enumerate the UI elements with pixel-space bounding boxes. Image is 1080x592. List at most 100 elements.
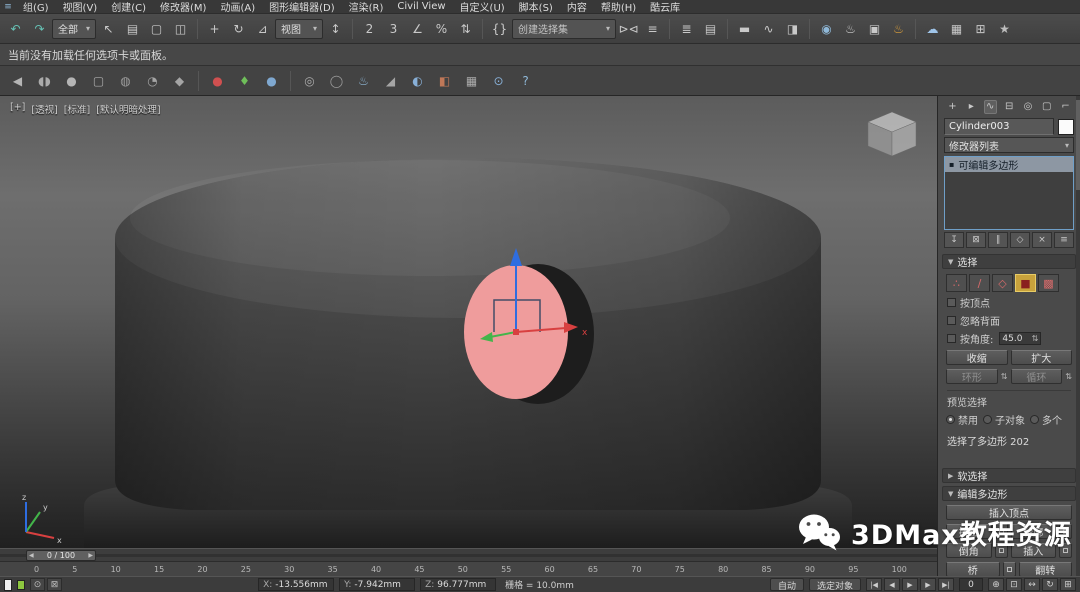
- edge-subobject-icon[interactable]: ∕: [969, 274, 990, 292]
- zoom-extents-icon[interactable]: ⊡: [1006, 578, 1022, 591]
- select-scale-icon[interactable]: ⊿: [251, 17, 274, 40]
- menu-item[interactable]: 帮助(H): [594, 0, 643, 13]
- render-setup-icon[interactable]: ♨: [839, 17, 862, 40]
- preview-off-radio[interactable]: [946, 415, 955, 424]
- red-marker-icon[interactable]: ●: [205, 69, 230, 92]
- soft-selection-rollout-header[interactable]: ▶ 软选择: [942, 468, 1076, 483]
- ring-button[interactable]: 环形: [946, 369, 998, 384]
- orbit-icon[interactable]: ↻: [1042, 578, 1058, 591]
- green-sprout-icon[interactable]: ♦: [232, 69, 257, 92]
- menu-item[interactable]: 修改器(M): [153, 0, 213, 13]
- polygon-subobject-icon[interactable]: ■: [1015, 274, 1036, 292]
- maxscript-mini-listener[interactable]: [4, 579, 12, 591]
- window-crossing-icon[interactable]: ◫: [169, 17, 192, 40]
- redo-icon[interactable]: ↷: [28, 17, 51, 40]
- shrink-button[interactable]: 收缩: [946, 350, 1008, 365]
- spinner-arrows-icon[interactable]: ⇅: [1032, 335, 1039, 343]
- gizmo-center[interactable]: [513, 329, 519, 335]
- go-start-button[interactable]: |◀: [866, 578, 882, 591]
- grid-tools-icon[interactable]: ⊞: [969, 17, 992, 40]
- ring-spinner-icon[interactable]: ⇅: [1001, 373, 1008, 381]
- angle-snap-icon[interactable]: ∠: [406, 17, 429, 40]
- globe-primitive-icon[interactable]: ◐: [405, 69, 430, 92]
- prev-frame-icon[interactable]: ◀: [29, 552, 34, 559]
- named-selection-sets-icon[interactable]: {}: [488, 17, 511, 40]
- menu-item[interactable]: 脚本(S): [512, 0, 560, 13]
- next-frame-icon[interactable]: ▶: [88, 552, 93, 559]
- asset-library-icon[interactable]: ▦: [945, 17, 968, 40]
- align-icon[interactable]: ≡: [641, 17, 664, 40]
- configure-stack-icon[interactable]: ≡: [1054, 232, 1074, 248]
- capsule-primitive-icon[interactable]: ◖◗: [32, 69, 57, 92]
- cloud-render-icon[interactable]: ☁: [921, 17, 944, 40]
- perspective-viewport[interactable]: x x y z [+][透视][标准][默认: [0, 96, 937, 548]
- named-selection-sets-combo[interactable]: 创建选择集 ▾: [512, 19, 616, 39]
- spindle-primitive-icon[interactable]: ◆: [167, 69, 192, 92]
- ring-primitive-icon[interactable]: ◎: [297, 69, 322, 92]
- select-rotate-icon[interactable]: ↻: [227, 17, 250, 40]
- layer-explorer-icon[interactable]: ▤: [699, 17, 722, 40]
- stand-ball-icon[interactable]: ⊙: [486, 69, 511, 92]
- grid-primitive-icon[interactable]: ▦: [459, 69, 484, 92]
- viewport-menu-standard[interactable]: [标准]: [64, 102, 90, 116]
- time-slider-track[interactable]: [0, 554, 937, 557]
- utilities-tab-icon[interactable]: ⌐: [1059, 100, 1072, 114]
- play-button[interactable]: ▶: [902, 578, 918, 591]
- menu-item[interactable]: 内容: [560, 0, 594, 13]
- viewport-menu-general[interactable]: [+]: [10, 102, 25, 116]
- torus-primitive-icon[interactable]: ◯: [324, 69, 349, 92]
- disc-primitive-icon[interactable]: ◔: [140, 69, 165, 92]
- help-icon[interactable]: ?: [513, 69, 538, 92]
- panel-plus-icon[interactable]: +: [946, 100, 959, 114]
- rendered-frame-icon[interactable]: ▣: [863, 17, 886, 40]
- modifier-list-dropdown[interactable]: 修改器列表 ▾: [944, 137, 1074, 153]
- object-color-swatch[interactable]: [1058, 119, 1074, 135]
- ignore-backfacing-checkbox[interactable]: [947, 316, 956, 325]
- preview-subobject-radio[interactable]: [983, 415, 992, 424]
- track-bar[interactable]: 0510152025303540455055606570758085909510…: [0, 561, 937, 576]
- angle-value-field[interactable]: 45.0 ⇅: [999, 332, 1041, 345]
- vertex-subobject-icon[interactable]: ∴: [946, 274, 967, 292]
- prev-frame-button[interactable]: ◀: [884, 578, 900, 591]
- go-end-button[interactable]: ▶|: [938, 578, 954, 591]
- loop-button[interactable]: 循环: [1011, 369, 1063, 384]
- snap-3d-icon[interactable]: 3: [382, 17, 405, 40]
- select-object-icon[interactable]: ↖: [97, 17, 120, 40]
- display-tab-icon[interactable]: ▢: [1040, 100, 1053, 114]
- spinner-snap-icon[interactable]: ⇅: [454, 17, 477, 40]
- isolate-selection-icon[interactable]: ⊙: [30, 578, 45, 591]
- time-slider-handle[interactable]: ◀ 0 / 100 ▶: [26, 550, 96, 561]
- modifier-stack[interactable]: ▪ 可编辑多边形: [944, 156, 1074, 230]
- grow-button[interactable]: 扩大: [1011, 350, 1073, 365]
- reference-coordinate-dropdown[interactable]: 视图 ▾: [275, 19, 323, 39]
- menu-item[interactable]: 创建(C): [104, 0, 153, 13]
- menu-item[interactable]: 渲染(R): [342, 0, 391, 13]
- lock-stack-icon[interactable]: ⊠: [966, 232, 986, 248]
- y-coordinate-field[interactable]: Y: -7.942mm: [339, 578, 415, 591]
- pin-stack-icon[interactable]: ↧: [944, 232, 964, 248]
- flip-button[interactable]: 翻转: [1019, 562, 1073, 576]
- selected-filter-button[interactable]: 选定对象: [809, 578, 861, 591]
- pan-icon[interactable]: ↔: [1024, 578, 1040, 591]
- blue-orb-icon[interactable]: ●: [259, 69, 284, 92]
- remove-modifier-icon[interactable]: ×: [1032, 232, 1052, 248]
- render-production-icon[interactable]: ♨: [887, 17, 910, 40]
- teapot-primitive-icon[interactable]: ♨: [351, 69, 376, 92]
- bridge-settings-button[interactable]: [1003, 562, 1016, 576]
- x-coordinate-field[interactable]: X: -13.556mm: [258, 578, 334, 591]
- app-menu-icon[interactable]: ≡: [0, 2, 16, 12]
- viewport-canvas[interactable]: x x y z: [0, 96, 937, 548]
- maximize-viewport-icon[interactable]: ⊞: [1060, 578, 1076, 591]
- scene-explorer-icon[interactable]: ≣: [675, 17, 698, 40]
- curve-editor-icon[interactable]: ∿: [757, 17, 780, 40]
- menu-item[interactable]: Civil View: [390, 0, 452, 13]
- material-pair-icon[interactable]: ◧: [432, 69, 457, 92]
- selection-rollout-header[interactable]: ▼ 选择: [942, 254, 1076, 269]
- schematic-view-icon[interactable]: ◨: [781, 17, 804, 40]
- viewport-menu-shading[interactable]: [默认明暗处理]: [96, 102, 160, 116]
- modify-tab-icon[interactable]: ∿: [984, 100, 997, 114]
- next-frame-button[interactable]: ▶: [920, 578, 936, 591]
- menu-item[interactable]: 组(G): [16, 0, 56, 13]
- selection-region-icon[interactable]: ▢: [145, 17, 168, 40]
- material-editor-icon[interactable]: ◉: [815, 17, 838, 40]
